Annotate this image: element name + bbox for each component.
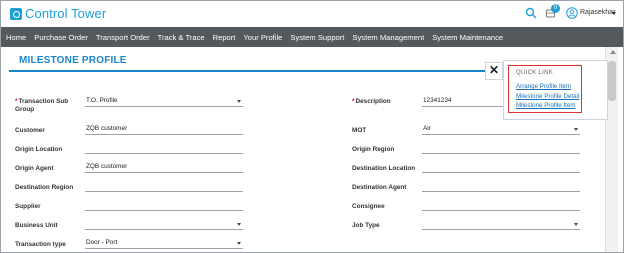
chevron-down-icon — [574, 223, 578, 226]
nav-item-system-maintenance[interactable]: System Maintenance — [432, 33, 503, 42]
origin-location-field[interactable] — [85, 143, 243, 154]
quick-link-milestone-profile-detail[interactable]: Milestone Profile Detail — [516, 93, 579, 100]
business-unit-label: Business Unit — [15, 222, 58, 229]
customer-field[interactable]: ZQB customer — [85, 124, 243, 135]
destination-agent-field[interactable] — [422, 181, 580, 192]
user-icon[interactable] — [566, 7, 578, 19]
transaction-type-label: Transaction type — [15, 241, 66, 248]
destination-agent-label: Destination Agent — [352, 184, 407, 191]
mot-select[interactable]: Air — [422, 124, 580, 135]
quick-link-arrange-profile-item[interactable]: Arrange Profile Item — [516, 83, 571, 90]
origin-region-label: Origin Region — [352, 146, 395, 153]
chevron-down-icon — [237, 223, 241, 226]
page-title: MILESTONE PROFILE — [19, 55, 127, 66]
origin-agent-label: Origin Agent — [15, 165, 54, 172]
nav-item-purchase-order[interactable]: Purchase Order — [34, 33, 88, 42]
user-name[interactable]: Rajasekhar — [580, 9, 615, 16]
nav-item-track-trace[interactable]: Track & Trace — [158, 33, 205, 42]
quick-link-title: QUICK LINK — [516, 70, 554, 76]
job-type-label: Job Type — [352, 222, 380, 229]
transaction-type-select[interactable]: Door - Port — [85, 238, 243, 249]
notification-badge: 0 — [551, 4, 560, 13]
description-label: *Description — [352, 98, 391, 105]
chevron-down-icon — [237, 242, 241, 245]
business-unit-select[interactable] — [85, 219, 243, 230]
brand-name: Control Tower — [25, 6, 107, 21]
nav-item-home[interactable]: Home — [6, 33, 26, 42]
chevron-down-icon[interactable] — [612, 12, 616, 15]
origin-location-label: Origin Location — [15, 146, 63, 153]
quick-link-milestone-profile-item[interactable]: Milestone Profile Item — [516, 102, 576, 109]
destination-location-field[interactable] — [422, 162, 580, 173]
consignee-field[interactable] — [422, 200, 580, 211]
job-type-select[interactable] — [422, 219, 580, 230]
required-marker: * — [352, 98, 355, 105]
nav-item-your-profile[interactable]: Your Profile — [243, 33, 282, 42]
nav-item-report[interactable]: Report — [213, 33, 236, 42]
transaction-sub-group-select[interactable]: T.O. Profile — [85, 96, 243, 107]
mot-label: MOT — [352, 127, 367, 134]
close-icon[interactable]: ✕ — [485, 62, 503, 80]
consignee-label: Consignee — [352, 203, 385, 210]
origin-agent-field[interactable]: ZQB customer — [85, 162, 243, 173]
chevron-down-icon — [237, 100, 241, 103]
nav-item-transport-order[interactable]: Transport Order — [96, 33, 150, 42]
supplier-field[interactable] — [85, 200, 243, 211]
transaction-sub-group-label: *Transaction Sub Group — [15, 98, 69, 113]
logo-icon — [10, 8, 22, 20]
nav-item-system-support[interactable]: System Support — [290, 33, 344, 42]
main-nav: Home Purchase Order Transport Order Trac… — [1, 27, 623, 47]
nav-item-system-management[interactable]: System Management — [352, 33, 424, 42]
supplier-label: Supplier — [15, 203, 41, 210]
app-window: Control Tower 0 Rajasekhar Home Purchase… — [0, 0, 624, 253]
customer-label: Customer — [15, 127, 45, 134]
top-bar: Control Tower 0 Rajasekhar — [1, 1, 623, 27]
destination-region-field[interactable] — [85, 181, 243, 192]
scroll-up-arrow-icon[interactable] — [610, 50, 616, 54]
search-icon[interactable] — [525, 7, 537, 19]
origin-region-field[interactable] — [422, 143, 580, 154]
required-marker: * — [15, 98, 18, 105]
scroll-thumb[interactable] — [608, 61, 616, 101]
chevron-down-icon — [574, 128, 578, 131]
destination-location-label: Destination Location — [352, 165, 416, 172]
destination-region-label: Destination Region — [15, 184, 74, 191]
